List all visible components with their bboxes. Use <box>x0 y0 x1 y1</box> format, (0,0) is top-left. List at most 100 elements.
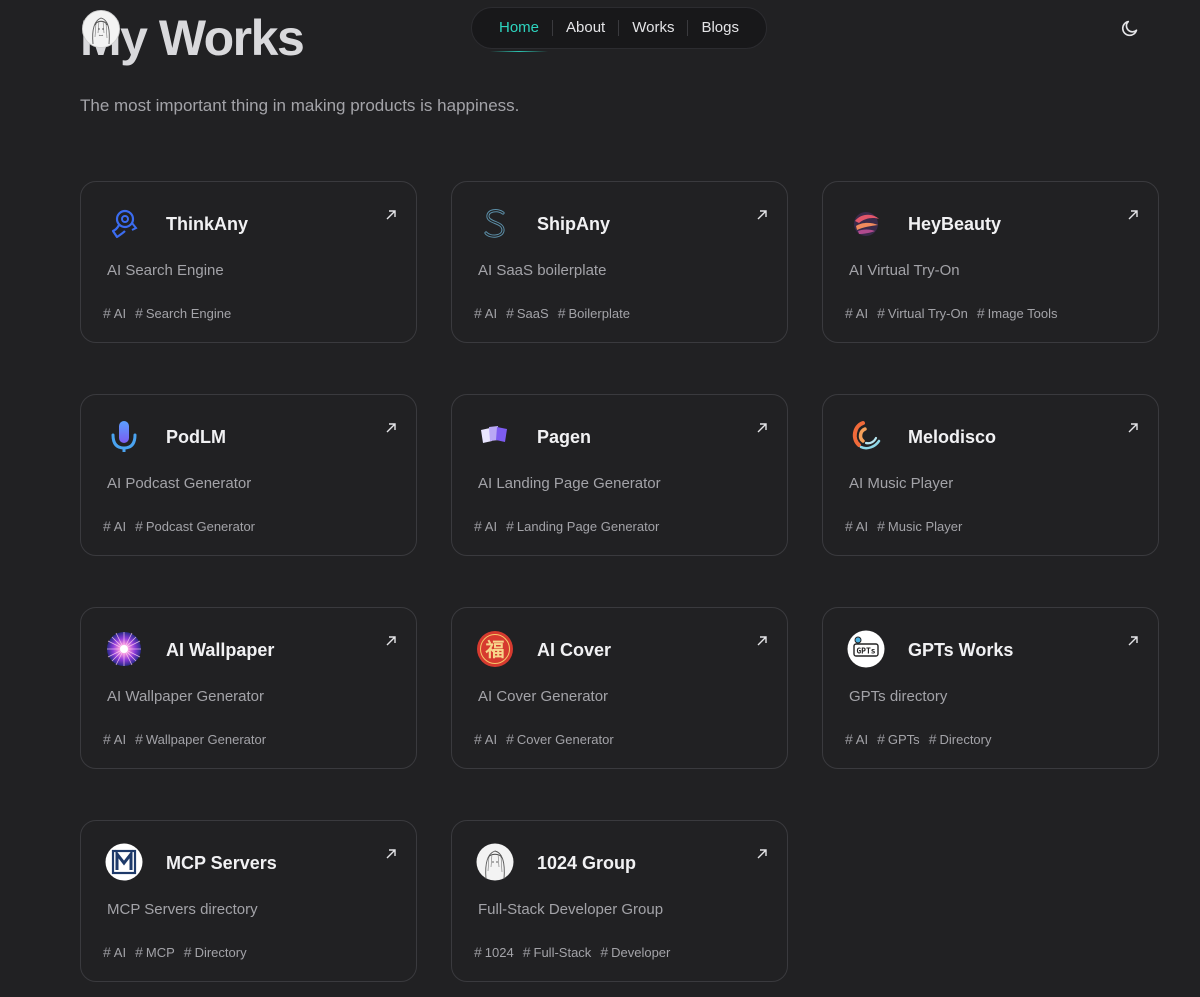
work-card-heybeauty[interactable]: HeyBeauty AI Virtual Try-On # AI # Virtual… <box>822 181 1159 343</box>
work-card-tags: # AI # Virtual Try-On # Image Tools <box>845 305 1058 321</box>
heybeauty-logo-icon <box>847 204 885 242</box>
tag-label: Full-Stack <box>533 944 592 960</box>
tag-label: AI <box>113 944 127 960</box>
external-link-arrow-icon[interactable] <box>1126 421 1140 435</box>
external-link-arrow-icon[interactable] <box>1126 208 1140 222</box>
work-card-podlm[interactable]: PodLM AI Podcast Generator # AI # Podcast … <box>80 394 417 556</box>
external-link-arrow-icon[interactable] <box>755 421 769 435</box>
tag-label: SaaS <box>516 305 549 321</box>
tag: # AI <box>474 518 497 534</box>
hash-icon: # <box>506 731 514 747</box>
work-card-title: ShipAny <box>537 214 611 234</box>
tag: # Directory <box>184 944 247 960</box>
hash-icon: # <box>845 305 853 321</box>
external-link-arrow-icon[interactable] <box>384 847 398 861</box>
work-card-description: AI Cover Generator <box>478 688 609 705</box>
work-card-tags: # AI # Podcast Generator <box>103 518 255 534</box>
1024-group-logo-icon <box>476 843 514 881</box>
tag-label: AI <box>113 731 127 747</box>
external-link-arrow-icon[interactable] <box>1126 634 1140 648</box>
work-card-shipany[interactable]: ShipAny AI SaaS boilerplate # AI # SaaS # B… <box>451 181 788 343</box>
nav-item-works[interactable]: Works <box>619 18 687 38</box>
theme-toggle-button[interactable] <box>1118 16 1142 40</box>
hash-icon: # <box>600 944 609 960</box>
work-card-1024-group[interactable]: 1024 Group Full-Stack Developer Group #1… <box>451 820 788 982</box>
tag: #1024 <box>474 944 514 960</box>
hash-icon: # <box>506 518 514 534</box>
pagen-logo-icon <box>476 417 514 455</box>
tag-label: AI <box>855 305 869 321</box>
work-card-title: AI Cover <box>537 640 612 660</box>
hash-icon: # <box>474 518 482 534</box>
nav-item-home[interactable]: Home <box>486 18 552 52</box>
ai-cover-logo-icon: 福 <box>476 630 514 668</box>
work-card-title: GPTs Works <box>908 640 1014 660</box>
work-card-tags: # AI # SaaS # Boilerplate <box>474 305 630 321</box>
tag-label: AI <box>113 305 127 321</box>
tag-label: MCP <box>145 944 175 960</box>
podlm-logo-icon <box>105 417 143 455</box>
work-card-mcp-servers[interactable]: MCP Servers MCP Servers directory # AI # M… <box>80 820 417 982</box>
external-link-arrow-icon[interactable] <box>755 847 769 861</box>
external-link-arrow-icon[interactable] <box>384 421 398 435</box>
work-card-description: AI Podcast Generator <box>107 475 252 492</box>
tag-label: AI <box>855 518 869 534</box>
nav-item-blogs[interactable]: Blogs <box>688 18 752 38</box>
tag: # Landing Page Generator <box>506 518 659 534</box>
tag-label: AI <box>855 731 869 747</box>
tag: # Music Player <box>877 518 962 534</box>
work-card-description: AI Search Engine <box>107 262 224 279</box>
tag: # AI <box>474 731 497 747</box>
tag: # Boilerplate <box>558 305 630 321</box>
work-card-ai-wallpaper[interactable]: AI Wallpaper AI Wallpaper Generator # AI … <box>80 607 417 769</box>
hash-icon: # <box>103 731 111 747</box>
tag-label: Cover Generator <box>516 731 614 747</box>
external-link-arrow-icon[interactable] <box>755 208 769 222</box>
tag-label: GPTs <box>887 731 920 747</box>
tag-label: Virtual Try-On <box>887 305 968 321</box>
hash-icon: # <box>877 731 885 747</box>
work-card-tags: # AI # GPTs # Directory <box>845 731 992 747</box>
work-card-description: AI Wallpaper Generator <box>107 688 265 705</box>
work-card-tags: # AI # Search Engine <box>103 305 231 321</box>
tag: # SaaS <box>506 305 549 321</box>
tag-label: Boilerplate <box>568 305 630 321</box>
tag-label: Podcast Generator <box>145 518 256 534</box>
moon-icon <box>1122 20 1138 37</box>
work-card-title: MCP Servers <box>166 853 277 873</box>
work-card-description: AI SaaS boilerplate <box>478 262 607 279</box>
external-link-arrow-icon[interactable] <box>755 634 769 648</box>
tag-label: AI <box>484 518 498 534</box>
external-link-arrow-icon[interactable] <box>384 208 398 222</box>
work-card-ai-cover[interactable]: 福 AI Cover AI Cover Generator # AI # Cover… <box>451 607 788 769</box>
gpts-works-logo-icon: GPTs <box>847 630 885 668</box>
avatar[interactable] <box>82 10 120 48</box>
work-card-description: Full-Stack Developer Group <box>478 901 664 918</box>
tag: # AI <box>103 518 126 534</box>
tag-label: AI <box>484 305 498 321</box>
work-card-thinkany[interactable]: ThinkAny AI Search Engine # AI # Search En… <box>80 181 417 343</box>
hash-icon: # <box>135 518 143 534</box>
work-card-tags: # AI # MCP # Directory <box>103 944 247 960</box>
work-card-tags: # AI # Landing Page Generator <box>474 518 659 534</box>
thinkany-logo-icon <box>105 204 143 242</box>
tag: # AI <box>845 731 868 747</box>
work-card-pagen[interactable]: Pagen AI Landing Page Generator # AI # Lan… <box>451 394 788 556</box>
works-grid: ThinkAny AI Search Engine # AI # Search En… <box>80 181 1159 982</box>
tag-label: Directory <box>194 944 247 960</box>
tag: # AI <box>103 305 126 321</box>
hash-icon: # <box>135 731 143 747</box>
tag-label: Music Player <box>887 518 963 534</box>
nav-item-about[interactable]: About <box>553 18 618 38</box>
hash-icon: # <box>103 944 111 960</box>
hash-icon: # <box>877 305 885 321</box>
work-card-melodisco[interactable]: Melodisco AI Music Player # AI # Music Pla… <box>822 394 1159 556</box>
work-card-gpts-works[interactable]: GPTs GPTs Works GPTs directory # AI # GPTs… <box>822 607 1159 769</box>
hash-icon: # <box>103 518 111 534</box>
work-card-description: GPTs directory <box>849 688 948 705</box>
external-link-arrow-icon[interactable] <box>384 634 398 648</box>
hash-icon: # <box>103 305 111 321</box>
work-card-title: HeyBeauty <box>908 214 1002 234</box>
top-nav: Home About Works Blogs <box>471 7 767 52</box>
svg-text:GPTs: GPTs <box>856 647 875 656</box>
